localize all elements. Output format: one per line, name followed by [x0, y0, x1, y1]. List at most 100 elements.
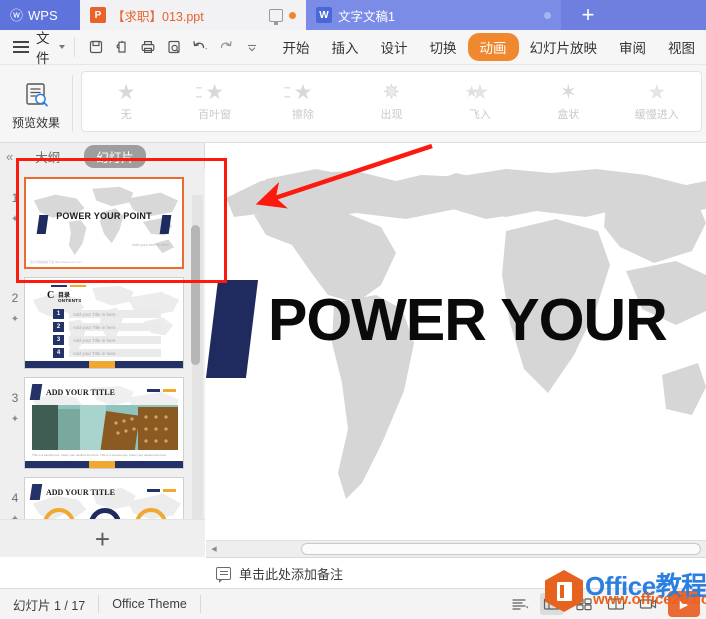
file-menu-button[interactable]: 文件 [36, 27, 65, 67]
notes-pane[interactable]: 单击此处添加备注 [206, 557, 706, 588]
animation-appear[interactable]: ✵ 出现 [347, 72, 435, 131]
redo-icon[interactable] [214, 35, 238, 59]
panel-tab-outline[interactable]: 大纲 [23, 145, 72, 168]
tab-view[interactable]: 视图 [657, 34, 706, 60]
scroll-left-arrow-icon[interactable]: ◀ [206, 545, 222, 553]
animation-label: 盒状 [557, 108, 580, 121]
file-menu-label: 文件 [36, 31, 50, 66]
slide-footer-bar [25, 461, 183, 468]
accent-line-navy [51, 285, 67, 287]
tab-review[interactable]: 审阅 [608, 34, 657, 60]
undo-icon[interactable] [188, 35, 212, 59]
accent-chip [29, 484, 43, 500]
slide-thumbnail-panel: « 大纲 幻灯片 1 ✦ POWER YOUR POINT Add your t… [0, 143, 205, 557]
thumbnail-item-2[interactable]: 2 ✦ C 目录 ONTENTS 1 Add your Title in her… [0, 269, 205, 369]
slide-thumbnail[interactable]: POWER YOUR POINT Add your text in here. … [24, 177, 184, 269]
print-preview-icon[interactable] [162, 35, 186, 59]
document-tab-title: 文字文稿1 [338, 9, 395, 24]
slide-thumbnail[interactable]: ADD YOUR TITLE This is a sample text. In… [24, 377, 184, 469]
tab-animation[interactable]: 动画 [467, 33, 519, 61]
theme-name[interactable]: Office Theme [99, 597, 200, 611]
accent-dashes [147, 389, 176, 392]
divider [199, 595, 201, 613]
thumbnail-meta: 2 ✦ [6, 277, 24, 325]
menu-bar: 文件 开始 插入 设计 切换 动画 幻灯片放映 审阅 视图 [0, 27, 706, 67]
export-pdf-icon[interactable] [110, 35, 134, 59]
new-tab-button[interactable]: + [561, 0, 615, 30]
document-tab-ppt[interactable]: P 【求职】013.ppt [80, 0, 306, 30]
wps-logo-icon: ⓦ [10, 7, 24, 23]
collapse-panel-icon[interactable]: « [6, 149, 13, 164]
preview-effect-icon [26, 83, 48, 107]
slide-counter[interactable]: 幻灯片 1 / 17 [0, 595, 98, 614]
contents-index: 4 [53, 348, 64, 358]
slide-sorter-icon[interactable] [572, 593, 596, 615]
horizontal-scrollbar-thumb[interactable] [301, 543, 701, 555]
wps-brand-button[interactable]: ⓦ WPS [0, 0, 80, 30]
thumbnail-item-1[interactable]: 1 ✦ POWER YOUR POINT Add your text in he… [0, 169, 205, 269]
animation-star-icon[interactable]: ✦ [11, 314, 19, 325]
contents-letter: C [47, 290, 55, 301]
thumbnail-item-3[interactable]: 3 ✦ ADD YOUR TITLE This is a sample text… [0, 369, 205, 469]
animation-ribbon: 预览效果 ★ 无 ★━━ 百叶窗 ★━━ 擦除 ✵ 出现 ★★ 飞入 [0, 65, 706, 143]
slide-panel-tabs: « 大纲 幻灯片 [0, 143, 204, 169]
presentation-monitor-icon[interactable] [269, 8, 283, 25]
slide-footer-text: 演示文稿模板下载 http://www.xxxx.com [30, 260, 83, 264]
thumbnail-meta: 4 ✦ [6, 477, 24, 525]
quick-access-toolbar [84, 35, 264, 59]
animation-wipe[interactable]: ★ ━ ━ 擦除 [259, 72, 347, 131]
divider [73, 37, 75, 57]
layout-options-icon[interactable] [508, 593, 532, 615]
contents-text: Add your Title in here. [69, 336, 161, 344]
horizontal-scrollbar[interactable]: ◀ [206, 540, 706, 557]
accent-dashes [147, 489, 176, 492]
preview-effect-button[interactable]: 预览效果 [0, 65, 72, 142]
panel-tab-slides[interactable]: 幻灯片 [84, 144, 146, 168]
slide-title-text[interactable]: POWER YOUR [268, 286, 668, 354]
normal-view-icon[interactable] [540, 593, 564, 615]
animation-none[interactable]: ★ 无 [82, 72, 170, 131]
contents-row: 4 Add your Title in here. [53, 348, 161, 358]
animation-label: 无 [120, 108, 132, 121]
slide-number: 4 [11, 491, 19, 505]
hamburger-menu-icon[interactable] [13, 41, 29, 53]
star-flyin-icon: ★ ★ [464, 80, 490, 104]
contents-text: Add your Title in here. [69, 323, 161, 331]
customize-qat-icon[interactable] [240, 35, 264, 59]
tab-start[interactable]: 开始 [272, 34, 321, 60]
slide-title-text: ADD YOUR TITLE [46, 387, 115, 397]
animation-box[interactable]: ✶ 盒状 [524, 72, 612, 131]
animation-gallery[interactable]: ★ 无 ★━━ 百叶窗 ★━━ 擦除 ✵ 出现 ★★ 飞入 ✶ 盒状 [81, 71, 702, 132]
reading-view-icon[interactable] [604, 593, 628, 615]
accent-chip [29, 384, 43, 400]
slide-number: 3 [11, 391, 19, 405]
tab-transition[interactable]: 切换 [419, 34, 468, 60]
document-tab-writer[interactable]: W 文字文稿1 [306, 0, 561, 30]
animation-slow-entrance[interactable]: ★ 缓慢进入 [613, 72, 701, 131]
slide-editing-canvas[interactable]: POWER YOUR [206, 143, 706, 540]
wps-presentation-window: ⓦ WPS P 【求职】013.ppt W 文字文稿1 + 文件 开始 插入 设… [0, 0, 706, 619]
thumbnail-meta: 3 ✦ [6, 377, 24, 425]
tab-slideshow[interactable]: 幻灯片放映 [519, 34, 609, 60]
animation-star-icon[interactable]: ✦ [11, 414, 19, 425]
thumbnail-list[interactable]: 1 ✦ POWER YOUR POINT Add your text in he… [0, 169, 205, 557]
tab-close-dot-icon[interactable] [289, 11, 296, 19]
tab-insert[interactable]: 插入 [321, 34, 370, 60]
animation-blinds[interactable]: ★ ━ ━ 百叶窗 [170, 72, 258, 131]
tab-close-dot-icon[interactable] [544, 11, 551, 19]
slide-thumbnail[interactable]: C 目录 ONTENTS 1 Add your Title in here. 2… [24, 277, 184, 369]
notes-view-icon[interactable] [636, 593, 660, 615]
star-blinds-icon: ★ ━ ━ [196, 80, 225, 104]
preview-effect-label: 预览效果 [11, 116, 60, 130]
tab-design[interactable]: 设计 [370, 34, 419, 60]
animation-flyin[interactable]: ★ ★ 飞入 [436, 72, 524, 131]
save-icon[interactable] [84, 35, 108, 59]
add-slide-button[interactable]: + [0, 519, 205, 557]
animation-star-icon[interactable]: ✦ [11, 214, 19, 225]
start-slideshow-button[interactable]: ▶ [668, 591, 700, 617]
print-icon[interactable] [136, 35, 160, 59]
slide-heading: ADD YOUR TITLE [29, 484, 115, 500]
writer-icon: W [316, 7, 332, 23]
notes-placeholder[interactable]: 单击此处添加备注 [239, 564, 343, 583]
contents-index: 3 [53, 335, 64, 345]
